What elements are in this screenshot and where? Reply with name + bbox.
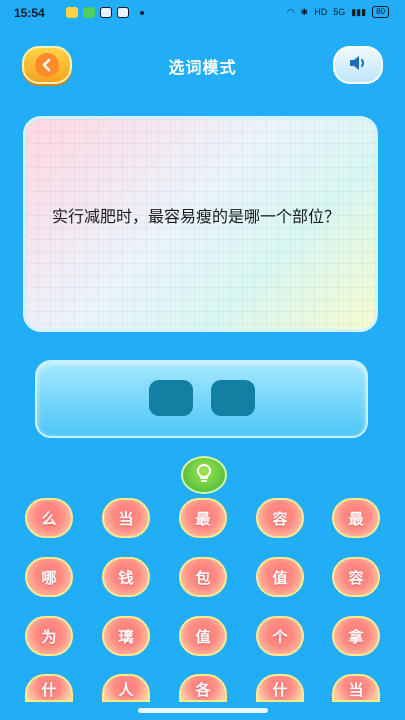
character-tile[interactable]: 容 [256,498,304,538]
signal-type: 5G [333,7,346,17]
app-notification-icon [66,7,78,18]
character-tile[interactable]: 最 [179,498,227,538]
character-tile[interactable]: 各 [179,674,227,702]
character-tile[interactable]: 钱 [102,557,150,597]
character-tile[interactable]: 什 [256,674,304,702]
header: 选词模式 [0,40,405,90]
answer-panel [35,360,368,438]
answer-slot[interactable] [148,380,193,416]
battery-indicator: 80 [372,6,389,18]
hint-button[interactable] [181,456,227,494]
answer-slots [37,380,366,416]
character-tile[interactable]: 当 [102,498,150,538]
character-tile[interactable]: 当 [332,674,380,702]
answer-slot[interactable] [210,380,255,416]
character-tile[interactable]: 值 [256,557,304,597]
app-notification-icon [117,7,129,18]
character-tile[interactable]: 个 [256,616,304,656]
character-tile[interactable]: 拿 [332,616,380,656]
question-card: 实行减肥时，最容易瘦的是哪一个部位？ [23,116,378,332]
signal-icon: ▮▮▮ [351,6,367,17]
wifi-icon: ◠ [286,6,295,17]
lightbulb-icon [195,463,213,487]
app-notification-icon [100,7,112,18]
sound-button[interactable] [333,46,383,84]
character-tile[interactable]: 最 [332,498,380,538]
bluetooth-icon: ✱ [300,6,309,17]
home-indicator[interactable] [138,708,268,713]
character-tile[interactable]: 哪 [25,557,73,597]
question-text: 实行减肥时，最容易瘦的是哪一个部位？ [52,207,341,226]
notification-icons [66,7,144,18]
character-tile[interactable]: 么 [25,498,73,538]
character-tile[interactable]: 璃 [102,616,150,656]
character-tile[interactable]: 容 [332,557,380,597]
more-notifications-dot [140,11,144,15]
app-notification-icon [83,7,95,18]
character-tile[interactable]: 值 [179,616,227,656]
character-tile[interactable]: 人 [102,674,150,702]
character-tile[interactable]: 什 [25,674,73,702]
network-type: HD [314,7,328,17]
status-time: 15:54 [14,6,45,20]
status-right: ◠ ✱ HD 5G ▮▮▮ 80 [287,6,389,18]
speaker-icon [348,55,368,75]
character-tile[interactable]: 为 [25,616,73,656]
status-bar: 15:54 ◠ ✱ HD 5G ▮▮▮ 80 [0,0,405,26]
character-tile[interactable]: 包 [179,557,227,597]
